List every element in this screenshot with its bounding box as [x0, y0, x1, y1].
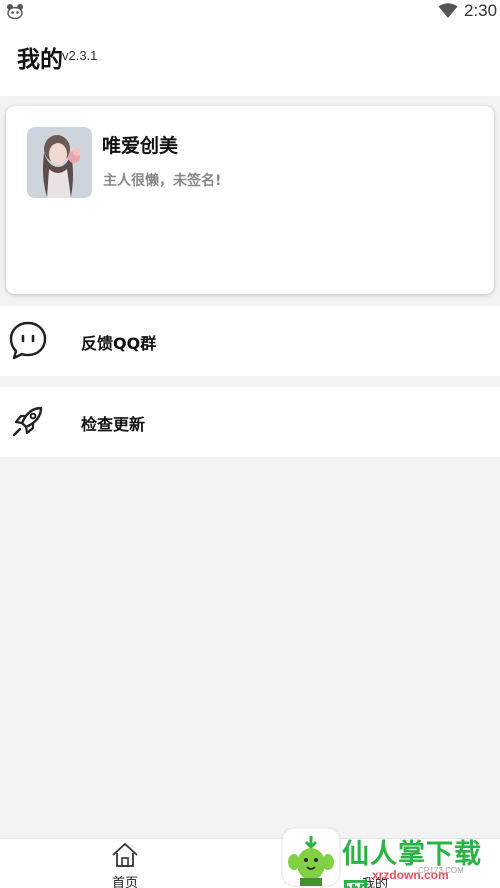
- cactus-logo-icon: [281, 827, 341, 887]
- page-title: 我的: [17, 47, 63, 73]
- user-name: 唯爱创美: [102, 135, 179, 157]
- nav-tab-home[interactable]: 首页: [95, 839, 155, 888]
- profile-card[interactable]: 唯爱创美 主人很懒，未签名!: [6, 106, 494, 294]
- avatar[interactable]: [27, 127, 92, 198]
- nav-home-label: 首页: [111, 876, 138, 888]
- watermark-url: xrzdown.com: [372, 868, 449, 882]
- menu-label-check-update: 检查更新: [81, 415, 146, 434]
- rocket-icon: [12, 406, 43, 437]
- panda-icon: [7, 4, 23, 19]
- avatar-photo: [27, 127, 92, 198]
- wifi-icon: [438, 3, 458, 18]
- user-signature: 主人很懒，未签名!: [103, 173, 222, 189]
- home-icon: [112, 843, 138, 867]
- menu-label-feedback: 反馈QQ群: [81, 334, 157, 353]
- header: 我的 v2.3.1: [0, 24, 500, 96]
- status-bar: 2:30: [0, 0, 500, 24]
- status-time: 2:30: [464, 1, 498, 20]
- watermark: 仙人掌下载网 CR173.COM xrzdown.com: [280, 826, 500, 888]
- menu-item-check-update[interactable]: 检查更新: [0, 387, 500, 457]
- chat-bubble-icon: [9, 321, 47, 360]
- menu-item-feedback[interactable]: 反馈QQ群: [0, 306, 500, 376]
- version-label: v2.3.1: [62, 48, 98, 63]
